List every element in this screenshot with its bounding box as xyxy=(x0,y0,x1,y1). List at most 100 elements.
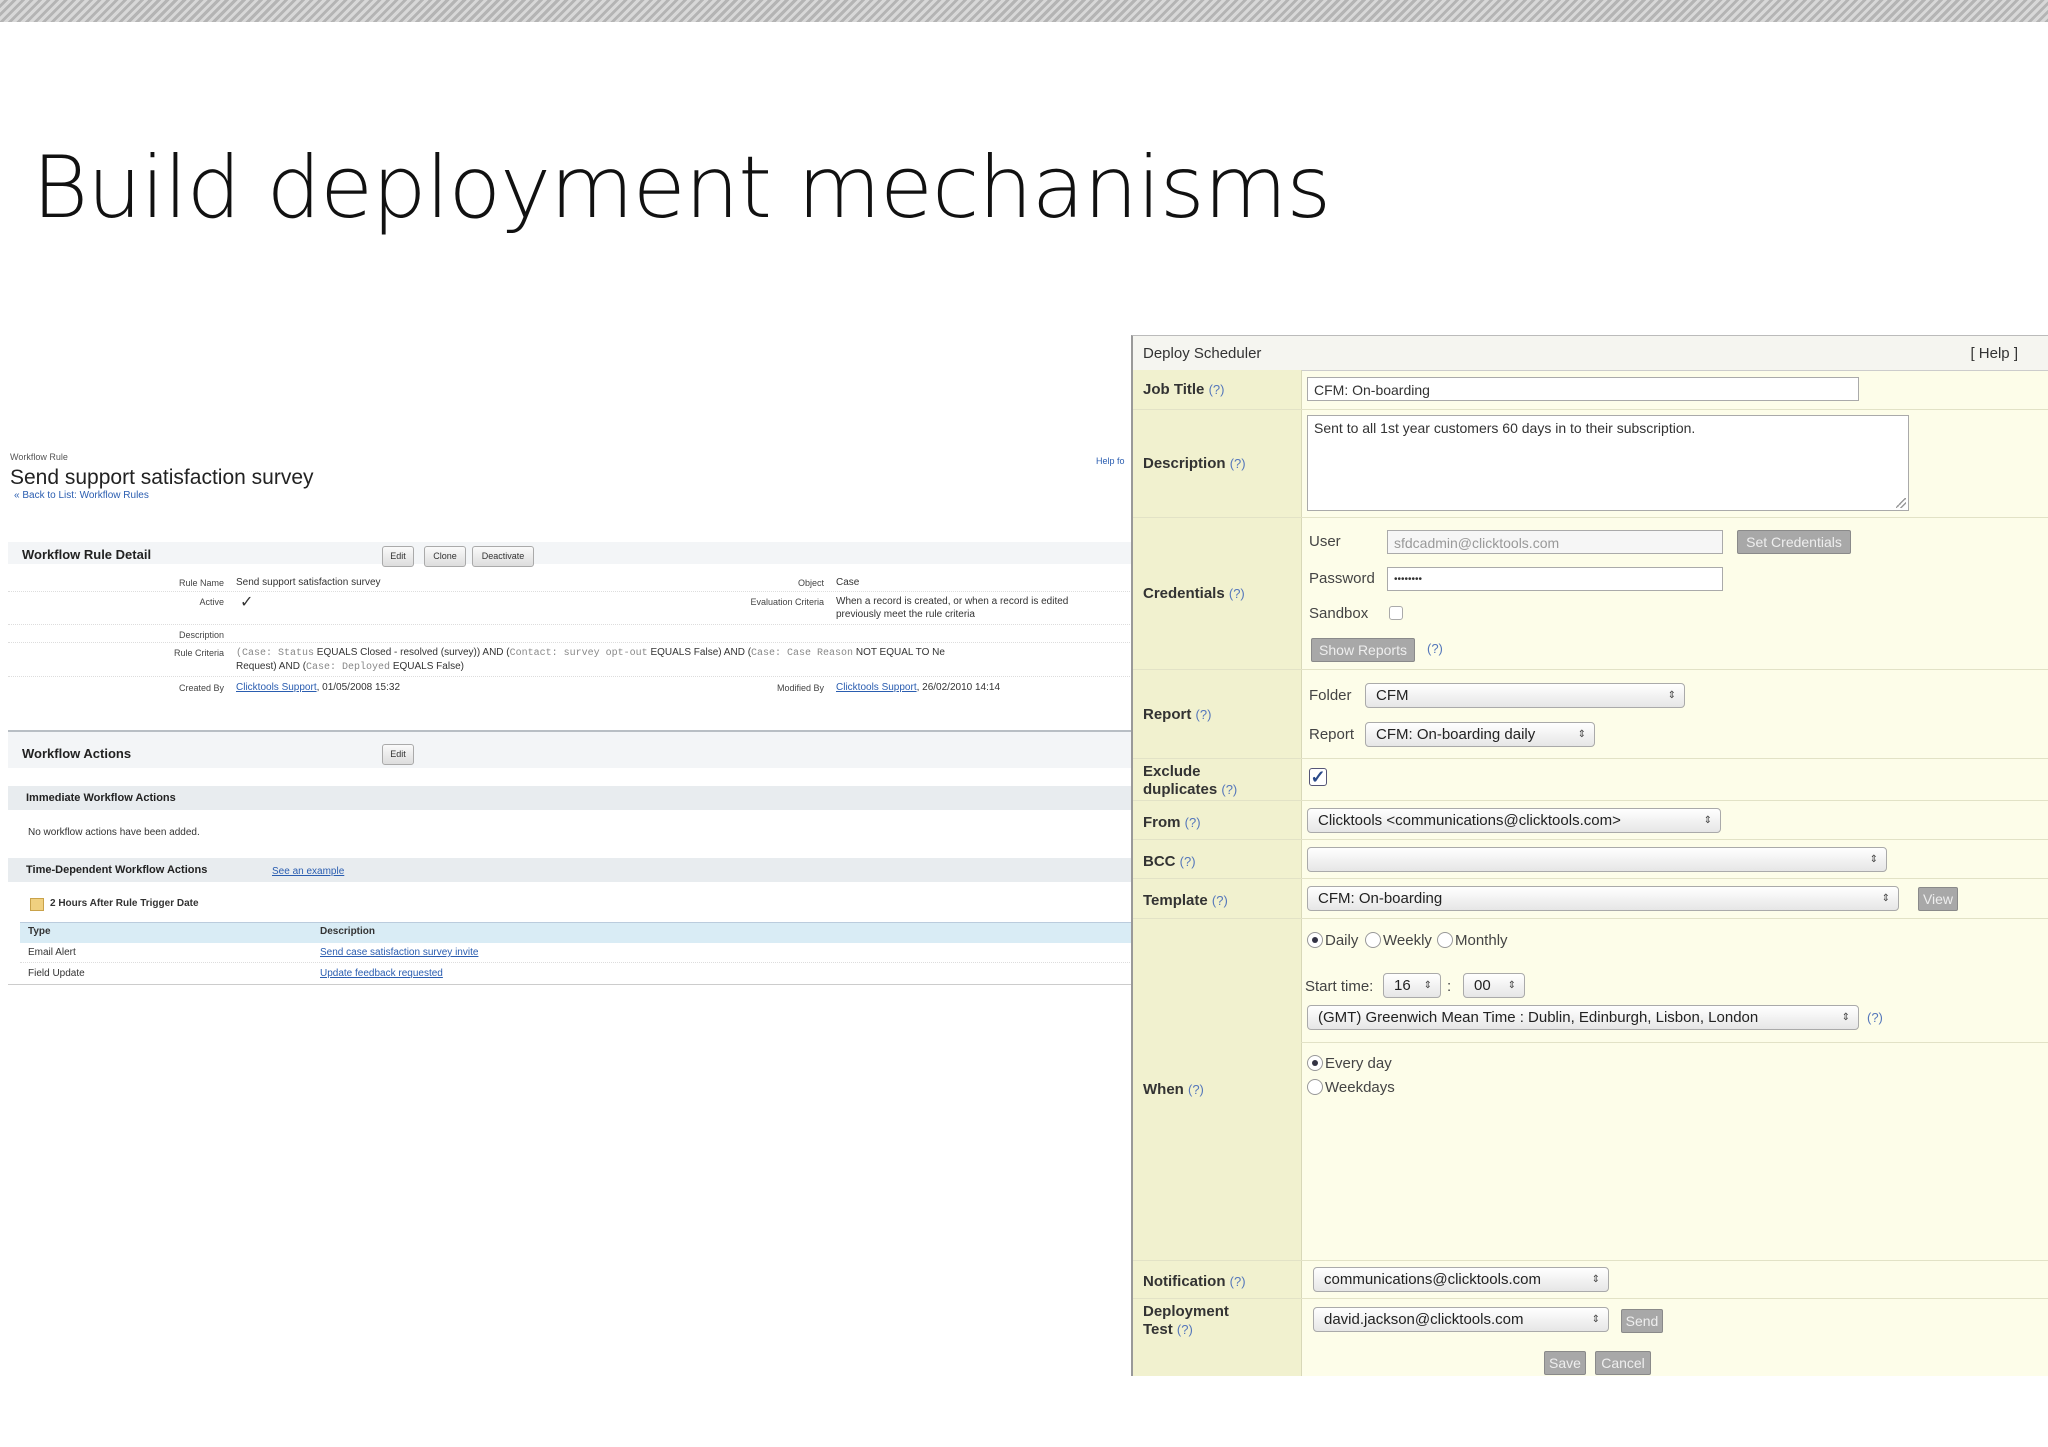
row-separator xyxy=(1133,758,2048,759)
from-select[interactable]: Clicktools <communications@clicktools.co… xyxy=(1307,808,1721,833)
rule-criteria-line1: (Case: Status EQUALS Closed - resolved (… xyxy=(236,647,945,659)
divider xyxy=(8,984,1132,985)
select-arrow-icon: ⇕ xyxy=(1667,690,1676,701)
object-value: Case xyxy=(836,577,860,588)
send-button[interactable]: Send xyxy=(1621,1309,1663,1333)
select-arrow-icon: ⇕ xyxy=(1577,729,1586,740)
help-question-link[interactable]: (?) xyxy=(1212,893,1228,908)
help-question-link[interactable]: (?) xyxy=(1185,815,1201,830)
save-button[interactable]: Save xyxy=(1544,1351,1586,1375)
select-arrow-icon: ⇕ xyxy=(1423,980,1432,991)
exclude-duplicates-label-line2: duplicates (?) xyxy=(1143,781,1238,798)
evaluation-criteria-line1: When a record is created, or when a reco… xyxy=(836,596,1069,607)
help-question-link[interactable]: (?) xyxy=(1196,707,1212,722)
notification-select[interactable]: communications@clicktools.com ⇕ xyxy=(1313,1267,1609,1292)
user-input[interactable]: sfdcadmin@clicktools.com xyxy=(1387,530,1723,554)
row-separator xyxy=(1133,1298,2048,1299)
help-question-link[interactable]: (?) xyxy=(1221,782,1237,797)
timezone-select[interactable]: (GMT) Greenwich Mean Time : Dublin, Edin… xyxy=(1307,1005,1859,1030)
select-arrow-icon: ⇕ xyxy=(1881,893,1890,904)
user-label: User xyxy=(1309,533,1341,550)
help-question-link[interactable]: (?) xyxy=(1209,382,1225,397)
row-separator xyxy=(1133,918,2048,919)
scheduler-title: Deploy Scheduler xyxy=(1143,345,1262,362)
table-row-description-link[interactable]: Update feedback requested xyxy=(320,968,443,979)
edit-button[interactable]: Edit xyxy=(382,546,414,567)
cancel-button[interactable]: Cancel xyxy=(1595,1351,1651,1375)
report-select[interactable]: CFM: On-boarding daily ⇕ xyxy=(1365,722,1595,747)
help-question-link[interactable]: (?) xyxy=(1427,641,1443,656)
job-title-input[interactable]: CFM: On-boarding xyxy=(1307,377,1859,401)
top-decorative-stripe xyxy=(0,0,2048,22)
created-by-link[interactable]: Clicktools Support xyxy=(236,682,317,693)
deployment-test-label-line2: Test (?) xyxy=(1143,1321,1193,1338)
every-day-radio[interactable] xyxy=(1307,1055,1323,1071)
sandbox-checkbox[interactable] xyxy=(1389,606,1403,620)
set-credentials-button[interactable]: Set Credentials xyxy=(1737,530,1851,554)
monthly-label: Monthly xyxy=(1455,932,1508,949)
row-separator xyxy=(1301,1042,2048,1043)
start-hour-select[interactable]: 16 ⇕ xyxy=(1383,973,1441,998)
exclude-duplicates-checkbox[interactable]: ✓ xyxy=(1309,768,1327,786)
help-question-link[interactable]: (?) xyxy=(1180,854,1196,869)
divider xyxy=(20,962,1132,963)
row-separator xyxy=(1133,669,2048,670)
weekly-label: Weekly xyxy=(1383,932,1432,949)
table-row-type: Email Alert xyxy=(28,947,76,958)
view-button[interactable]: View xyxy=(1918,887,1958,911)
help-question-link[interactable]: (?) xyxy=(1188,1082,1204,1097)
table-header-type: Type xyxy=(28,926,51,937)
deactivate-button[interactable]: Deactivate xyxy=(472,546,534,567)
created-by-label: Created By xyxy=(178,683,224,693)
clone-button[interactable]: Clone xyxy=(424,546,466,567)
divider xyxy=(8,642,1132,643)
detail-header-band xyxy=(8,542,1132,564)
help-link[interactable]: Help fo xyxy=(1096,456,1125,466)
monthly-radio[interactable] xyxy=(1437,932,1453,948)
table-row-description-link[interactable]: Send case satisfaction survey invite xyxy=(320,947,478,958)
evaluation-criteria-label: Evaluation Criteria xyxy=(750,597,824,607)
help-question-link[interactable]: (?) xyxy=(1230,1274,1246,1289)
immediate-actions-title: Immediate Workflow Actions xyxy=(26,792,176,804)
start-minute-select[interactable]: 00 ⇕ xyxy=(1463,973,1525,998)
when-label: When (?) xyxy=(1143,1081,1204,1098)
sandbox-label: Sandbox xyxy=(1309,605,1369,622)
weekdays-radio[interactable] xyxy=(1307,1079,1323,1095)
report-label: Report (?) xyxy=(1143,706,1212,723)
created-by-value: Clicktools Support, 01/05/2008 15:32 xyxy=(236,682,401,693)
help-question-link[interactable]: (?) xyxy=(1230,456,1246,471)
actions-header-band xyxy=(8,732,1132,768)
rule-name-value: Send support satisfaction survey xyxy=(236,577,381,588)
password-input[interactable]: •••••••• xyxy=(1387,567,1723,591)
resize-handle-icon[interactable] xyxy=(1896,498,1906,508)
scheduler-header xyxy=(1133,336,2048,371)
job-title-label: Job Title (?) xyxy=(1143,381,1225,398)
help-question-link[interactable]: (?) xyxy=(1229,586,1245,601)
daily-label: Daily xyxy=(1325,932,1359,949)
show-reports-button[interactable]: Show Reports xyxy=(1311,638,1415,662)
daily-radio[interactable] xyxy=(1307,932,1323,948)
help-link[interactable]: [ Help ] xyxy=(1970,345,2018,362)
see-example-link[interactable]: See an example xyxy=(272,866,344,877)
object-label: Object xyxy=(797,578,824,588)
back-to-list-link[interactable]: « Back to List: Workflow Rules xyxy=(14,490,149,501)
rule-name-label: Rule Name xyxy=(178,578,224,588)
weekly-radio[interactable] xyxy=(1365,932,1381,948)
select-arrow-icon: ⇕ xyxy=(1841,1012,1850,1023)
select-arrow-icon: ⇕ xyxy=(1507,980,1516,991)
template-select[interactable]: CFM: On-boarding ⇕ xyxy=(1307,886,1899,911)
folder-label: Folder xyxy=(1309,687,1352,704)
folder-select[interactable]: CFM ⇕ xyxy=(1365,683,1685,708)
help-question-link[interactable]: (?) xyxy=(1867,1010,1883,1025)
rule-criteria-line2: Request) AND (Case: Deployed EQUALS Fals… xyxy=(236,661,464,673)
modified-by-link[interactable]: Clicktools Support xyxy=(836,682,917,693)
actions-edit-button[interactable]: Edit xyxy=(382,744,414,765)
deployment-test-select[interactable]: david.jackson@clicktools.com ⇕ xyxy=(1313,1307,1609,1332)
bcc-select[interactable]: ⇕ xyxy=(1307,847,1887,872)
password-label: Password xyxy=(1309,570,1375,587)
actions-section-title: Workflow Actions xyxy=(22,746,132,761)
rule-title: Send support satisfaction survey xyxy=(10,466,314,489)
row-separator xyxy=(1133,517,2048,518)
description-textarea[interactable]: Sent to all 1st year customers 60 days i… xyxy=(1307,415,1909,511)
help-question-link[interactable]: (?) xyxy=(1177,1322,1193,1337)
